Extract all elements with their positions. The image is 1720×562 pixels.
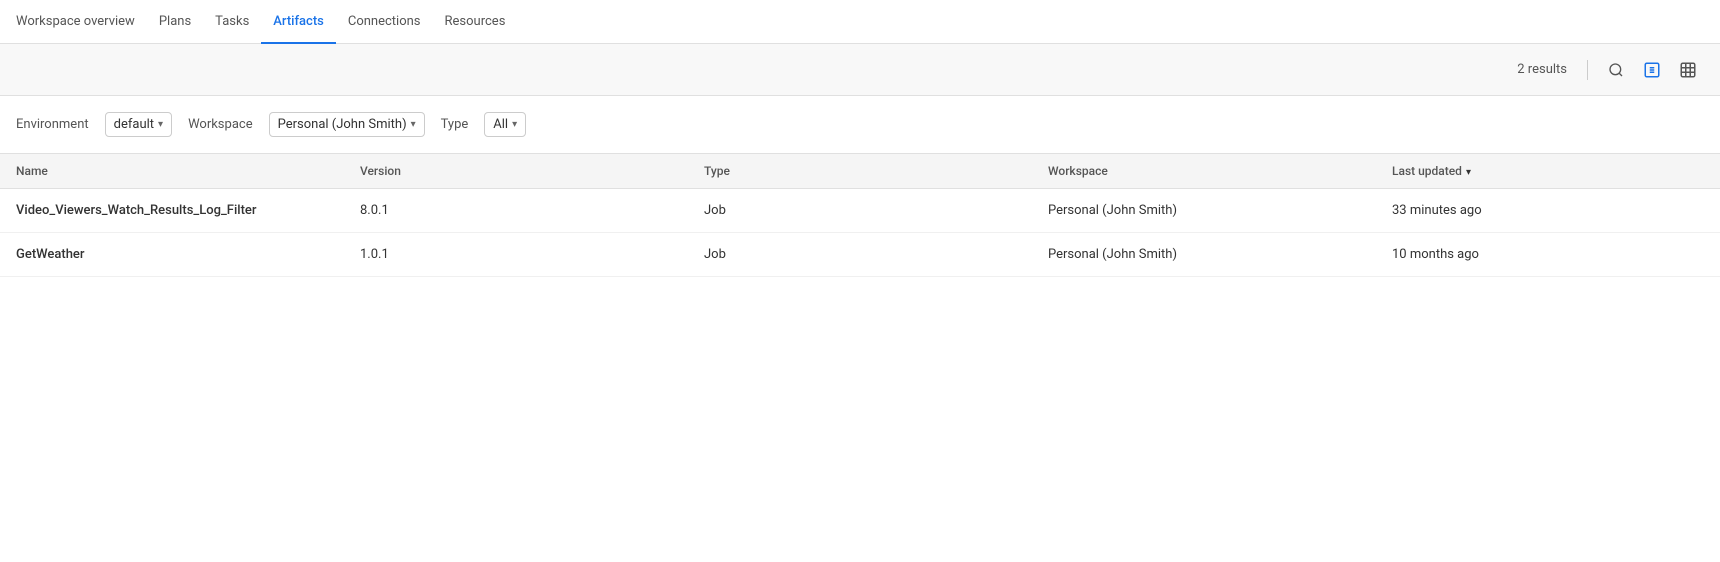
environment-value: default (114, 117, 154, 132)
top-nav: Workspace overviewPlansTasksArtifactsCon… (0, 0, 1720, 44)
results-count: 2 results (1517, 62, 1567, 77)
nav-item-artifacts[interactable]: Artifacts (261, 0, 336, 44)
cell-type-1: Job (688, 233, 1032, 277)
nav-item-connections[interactable]: Connections (336, 0, 433, 44)
table-row: Video_Viewers_Watch_Results_Log_Filter8.… (0, 189, 1720, 233)
workspace-select[interactable]: Personal (John Smith) ▾ (269, 112, 425, 137)
nav-item-resources[interactable]: Resources (433, 0, 518, 44)
grid-view-button[interactable] (1672, 54, 1704, 86)
type-label: Type (441, 117, 469, 132)
column-header-name: Name (0, 154, 344, 189)
cell-workspace-1: Personal (John Smith) (1032, 233, 1376, 277)
list-view-button[interactable] (1636, 54, 1668, 86)
column-header-version: Version (344, 154, 688, 189)
environment-label: Environment (16, 117, 89, 132)
cell-version-0: 8.0.1 (344, 189, 688, 233)
table-header: NameVersionTypeWorkspaceLast updated▾ (0, 154, 1720, 189)
cell-name-1[interactable]: GetWeather (0, 233, 344, 277)
workspace-chevron-icon: ▾ (411, 119, 416, 130)
toolbar-divider (1587, 60, 1588, 80)
list-icon (1643, 61, 1661, 79)
cell-name-0[interactable]: Video_Viewers_Watch_Results_Log_Filter (0, 189, 344, 233)
table-row: GetWeather1.0.1JobPersonal (John Smith)1… (0, 233, 1720, 277)
cell-last_updated-1: 10 months ago (1376, 233, 1720, 277)
type-select[interactable]: All ▾ (484, 112, 526, 137)
workspace-value: Personal (John Smith) (278, 117, 407, 132)
environment-chevron-icon: ▾ (158, 119, 163, 130)
type-chevron-icon: ▾ (512, 119, 517, 130)
cell-last_updated-0: 33 minutes ago (1376, 189, 1720, 233)
cell-version-1: 1.0.1 (344, 233, 688, 277)
column-header-workspace: Workspace (1032, 154, 1376, 189)
type-value: All (493, 117, 508, 132)
environment-select[interactable]: default ▾ (105, 112, 172, 137)
filters-row: Environment default ▾ Workspace Personal… (0, 96, 1720, 154)
table-body: Video_Viewers_Watch_Results_Log_Filter8.… (0, 189, 1720, 277)
cell-workspace-0: Personal (John Smith) (1032, 189, 1376, 233)
toolbar: 2 results (0, 44, 1720, 96)
column-header-type: Type (688, 154, 1032, 189)
nav-item-workspace-overview[interactable]: Workspace overview (16, 0, 147, 44)
workspace-label: Workspace (188, 117, 253, 132)
sort-arrow-icon: ▾ (1466, 167, 1471, 178)
cell-type-0: Job (688, 189, 1032, 233)
search-icon (1608, 62, 1624, 78)
grid-icon (1679, 61, 1697, 79)
nav-item-plans[interactable]: Plans (147, 0, 203, 44)
nav-item-tasks[interactable]: Tasks (203, 0, 261, 44)
artifacts-table: NameVersionTypeWorkspaceLast updated▾ Vi… (0, 154, 1720, 277)
column-header-last_updated[interactable]: Last updated▾ (1376, 154, 1720, 189)
search-button[interactable] (1600, 54, 1632, 86)
